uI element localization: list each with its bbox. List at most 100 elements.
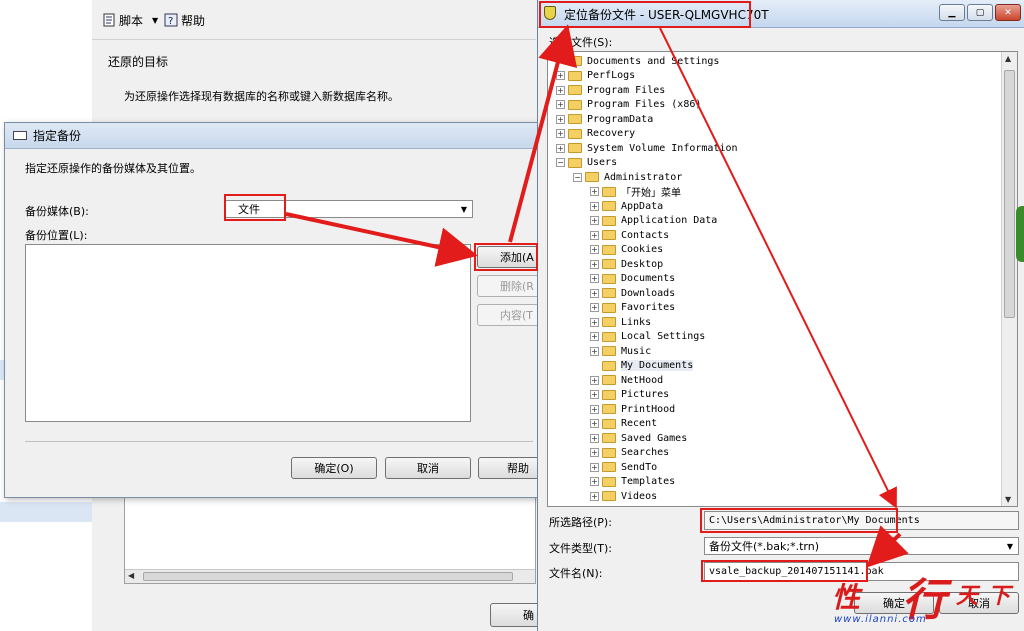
- maximize-button[interactable]: ▢: [967, 4, 993, 21]
- tree-item[interactable]: − Users: [556, 156, 617, 171]
- minimize-button[interactable]: ▁: [939, 4, 965, 21]
- expand-icon[interactable]: +: [590, 201, 599, 211]
- expand-icon[interactable]: +: [590, 332, 599, 342]
- expand-icon[interactable]: +: [590, 303, 599, 313]
- tree-item[interactable]: + 「开始」菜单: [590, 185, 681, 199]
- expand-icon[interactable]: +: [556, 129, 565, 139]
- expand-icon[interactable]: +: [556, 143, 565, 153]
- tree-item[interactable]: + Searches: [590, 446, 669, 461]
- tree-item[interactable]: − Administrator: [573, 170, 682, 185]
- selected-page[interactable]: [0, 502, 92, 522]
- tree-item[interactable]: + SendTo: [590, 460, 657, 475]
- chevron-down-icon[interactable]: ▼: [458, 203, 470, 215]
- tree-item[interactable]: + Contacts: [590, 228, 669, 243]
- vertical-scrollbar[interactable]: ▲ ▼: [1001, 52, 1017, 506]
- cancel-button[interactable]: 取消: [385, 457, 471, 479]
- tree-item-label: PerfLogs: [587, 70, 636, 82]
- restore-grid[interactable]: ◀: [124, 496, 536, 584]
- tree-item[interactable]: + Program Files: [556, 83, 665, 98]
- file-tree[interactable]: ▲ ▼ Documents and Settings + PerfLogs + Prog…: [547, 51, 1018, 507]
- remove-button[interactable]: 删除(R: [477, 275, 539, 297]
- tree-item[interactable]: + Desktop: [590, 257, 663, 272]
- tree-item-label: Templates: [621, 476, 676, 488]
- tree-item[interactable]: + NetHood: [590, 373, 663, 388]
- expand-icon[interactable]: +: [590, 404, 599, 414]
- tree-item[interactable]: + Documents: [590, 272, 675, 287]
- script-button[interactable]: 脚本 ▼: [102, 11, 158, 29]
- expand-icon[interactable]: +: [590, 274, 599, 284]
- tree-item[interactable]: + ProgramData: [556, 112, 653, 127]
- expand-icon[interactable]: +: [590, 477, 599, 487]
- tree-item[interactable]: + Local Settings: [590, 330, 705, 345]
- scroll-thumb[interactable]: [143, 572, 513, 581]
- expand-icon[interactable]: +: [590, 187, 599, 197]
- help-button[interactable]: 帮助: [478, 457, 539, 479]
- tree-item[interactable]: + Recovery: [556, 127, 635, 142]
- selected-path-label: 所选路径(P):: [549, 516, 612, 529]
- expand-icon[interactable]: +: [590, 346, 599, 356]
- tree-item[interactable]: Documents and Settings: [556, 54, 719, 69]
- window-icon: [13, 131, 27, 140]
- scroll-left-icon[interactable]: ◀: [128, 571, 134, 580]
- tree-item-label: Program Files (x86): [587, 99, 702, 111]
- tree-item-label: Searches: [621, 447, 670, 459]
- contents-button[interactable]: 内容(T: [477, 304, 539, 326]
- tree-item[interactable]: + Saved Games: [590, 431, 687, 446]
- restore-ok-button[interactable]: 确: [490, 603, 542, 627]
- tree-item[interactable]: + Links: [590, 315, 651, 330]
- expand-icon[interactable]: +: [556, 114, 565, 124]
- help-button[interactable]: ? 帮助: [164, 11, 205, 29]
- folder-icon: [568, 114, 582, 125]
- tree-item[interactable]: + Templates: [590, 475, 675, 490]
- expand-icon[interactable]: +: [590, 491, 599, 501]
- tree-item[interactable]: + Pictures: [590, 388, 669, 403]
- chevron-down-icon[interactable]: ▼: [152, 16, 158, 25]
- expand-icon[interactable]: +: [556, 71, 565, 81]
- expand-icon[interactable]: +: [590, 375, 599, 385]
- scroll-thumb[interactable]: [1004, 70, 1015, 318]
- scroll-up-icon[interactable]: ▲: [1005, 54, 1011, 63]
- tree-item[interactable]: + Videos: [590, 489, 657, 504]
- tree-item[interactable]: + PerfLogs: [556, 69, 635, 84]
- expand-icon[interactable]: +: [590, 317, 599, 327]
- annotation-title-box: [539, 1, 751, 28]
- tree-item-label: ProgramData: [587, 113, 654, 125]
- expand-icon[interactable]: +: [590, 390, 599, 400]
- expand-icon[interactable]: +: [590, 419, 599, 429]
- expand-icon[interactable]: +: [556, 85, 565, 95]
- folder-icon: [602, 433, 616, 444]
- tree-item[interactable]: + Recent: [590, 417, 657, 432]
- file-type-select[interactable]: 备份文件(*.bak;*.trn) ▼: [704, 537, 1019, 555]
- backup-location-list[interactable]: [25, 244, 471, 422]
- tree-item[interactable]: + PrintHood: [590, 402, 675, 417]
- expand-icon[interactable]: +: [590, 216, 599, 226]
- tree-item[interactable]: + Favorites: [590, 301, 675, 316]
- scroll-down-icon[interactable]: ▼: [1005, 495, 1011, 504]
- collapse-icon[interactable]: −: [573, 172, 582, 182]
- tree-item[interactable]: + Downloads: [590, 286, 675, 301]
- tree-item[interactable]: + Application Data: [590, 214, 717, 229]
- tree-item[interactable]: + Program Files (x86): [556, 98, 701, 113]
- collapse-icon[interactable]: −: [556, 158, 565, 168]
- folder-icon: [568, 99, 582, 110]
- tree-item[interactable]: My Documents: [590, 359, 694, 374]
- chevron-down-icon[interactable]: ▼: [1004, 540, 1016, 552]
- expand-icon[interactable]: +: [590, 448, 599, 458]
- ok-button[interactable]: 确定(O): [291, 457, 377, 479]
- expand-icon[interactable]: +: [590, 245, 599, 255]
- expand-icon[interactable]: +: [590, 462, 599, 472]
- tree-item[interactable]: + Cookies: [590, 243, 663, 258]
- folder-icon: [602, 259, 616, 270]
- tree-item[interactable]: + System Volume Information: [556, 141, 738, 156]
- expand-icon[interactable]: +: [556, 100, 565, 110]
- horizontal-scrollbar[interactable]: ◀: [125, 569, 535, 583]
- folder-icon: [602, 418, 616, 429]
- expand-icon[interactable]: +: [590, 288, 599, 298]
- tree-item[interactable]: + Music: [590, 344, 651, 359]
- close-button[interactable]: ✕: [995, 4, 1021, 21]
- expand-icon[interactable]: +: [590, 230, 599, 240]
- tree-item[interactable]: + AppData: [590, 199, 663, 214]
- expand-icon[interactable]: +: [590, 259, 599, 269]
- file-name-label: 文件名(N):: [549, 567, 603, 580]
- expand-icon[interactable]: +: [590, 433, 599, 443]
